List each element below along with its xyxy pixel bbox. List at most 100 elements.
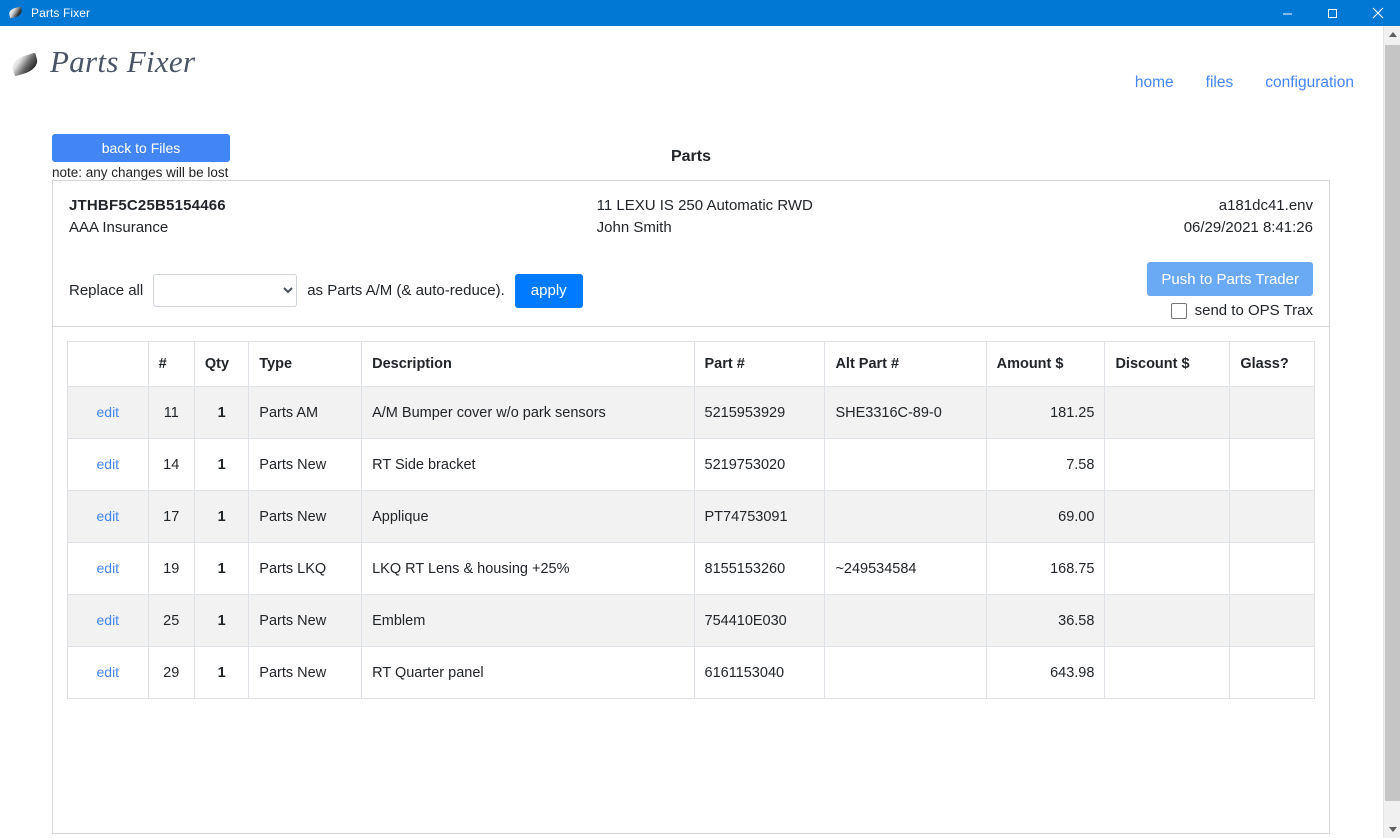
replace-all-label: Replace all — [69, 282, 144, 299]
row-type: Parts New — [248, 438, 363, 491]
row-qty: 1 — [193, 386, 250, 439]
row-number: 11 — [147, 386, 195, 439]
edit-link[interactable]: edit — [97, 664, 120, 680]
row-type: Parts New — [248, 646, 363, 699]
feather-icon — [10, 49, 40, 79]
row-alt-part-number: SHE3316C-89-0 — [824, 386, 987, 439]
apply-button[interactable]: apply — [514, 273, 583, 308]
ops-trax-checkbox[interactable] — [1170, 302, 1187, 319]
row-type: Parts New — [248, 594, 363, 647]
row-discount — [1104, 542, 1231, 595]
row-edit-cell[interactable]: edit — [67, 490, 149, 543]
row-qty: 1 — [193, 646, 250, 699]
parts-table-wrap: # Qty Type Description Part # Alt Part #… — [53, 327, 1329, 699]
ops-trax-label: send to OPS Trax — [1194, 302, 1313, 319]
app-feather-icon — [8, 5, 24, 21]
action-row: back to Files note: any changes will be … — [52, 134, 1330, 180]
col-header-glass: Glass? — [1229, 341, 1315, 387]
col-header-part-number: Part # — [693, 341, 826, 387]
row-amount: 69.00 — [985, 490, 1106, 543]
row-amount: 643.98 — [985, 646, 1106, 699]
edit-link[interactable]: edit — [97, 404, 120, 420]
table-row: edit 29 1 Parts New RT Quarter panel 616… — [67, 646, 1315, 699]
row-glass — [1229, 438, 1315, 491]
row-discount — [1104, 386, 1231, 439]
close-button[interactable] — [1355, 0, 1400, 26]
row-edit-cell[interactable]: edit — [67, 386, 149, 439]
row-description: Emblem — [361, 594, 695, 647]
claim-info-grid: JTHBF5C25B5154466 AAA Insurance 11 LEXU … — [69, 195, 1313, 239]
insurer-value: AAA Insurance — [69, 219, 169, 236]
edit-link[interactable]: edit — [97, 612, 120, 628]
replace-all-select[interactable] — [153, 274, 298, 307]
row-number: 25 — [147, 594, 195, 647]
edit-link[interactable]: edit — [97, 456, 120, 472]
col-header-qty: Qty — [193, 341, 250, 387]
table-row: edit 14 1 Parts New RT Side bracket 5219… — [67, 438, 1315, 491]
claim-info-left: JTHBF5C25B5154466 AAA Insurance — [69, 195, 226, 239]
row-glass — [1229, 594, 1315, 647]
row-alt-part-number: ~249534584 — [824, 542, 987, 595]
col-header-edit — [67, 341, 149, 387]
claim-info-center: 11 LEXU IS 250 Automatic RWD John Smith — [597, 195, 813, 239]
row-part-number: 754410E030 — [693, 594, 826, 647]
scroll-down-arrow-icon[interactable] — [1384, 821, 1400, 838]
row-number: 14 — [147, 438, 195, 491]
parts-table-body: edit 11 1 Parts AM A/M Bumper cover w/o … — [67, 386, 1315, 699]
nav-item-home[interactable]: home — [1135, 74, 1174, 92]
row-discount — [1104, 438, 1231, 491]
row-discount — [1104, 594, 1231, 647]
row-edit-cell[interactable]: edit — [67, 542, 149, 595]
push-to-parts-trader-button[interactable]: Push to Parts Trader — [1147, 262, 1313, 296]
table-row: edit 25 1 Parts New Emblem 754410E030 36… — [67, 594, 1315, 647]
file-name-value: a181dc41.env — [1218, 197, 1313, 214]
row-part-number: PT74753091 — [693, 490, 826, 543]
minimize-button[interactable] — [1265, 0, 1310, 26]
brand-name: Parts Fixer — [50, 44, 196, 79]
row-discount — [1104, 646, 1231, 699]
row-part-number: 8155153260 — [693, 542, 826, 595]
row-glass — [1229, 542, 1315, 595]
parts-table: # Qty Type Description Part # Alt Part #… — [67, 341, 1315, 699]
vertical-scrollbar[interactable] — [1383, 26, 1400, 838]
brand[interactable]: Parts Fixer — [10, 44, 195, 80]
changes-lost-note: note: any changes will be lost — [52, 165, 229, 180]
window-title: Parts Fixer — [31, 6, 91, 20]
row-glass — [1229, 386, 1315, 439]
row-qty: 1 — [193, 438, 250, 491]
table-row: edit 17 1 Parts New Applique PT74753091 … — [67, 490, 1315, 543]
ops-trax-checkbox-row[interactable]: send to OPS Trax — [1170, 302, 1313, 319]
row-edit-cell[interactable]: edit — [67, 594, 149, 647]
row-glass — [1229, 490, 1315, 543]
row-edit-cell[interactable]: edit — [67, 438, 149, 491]
row-number: 17 — [147, 490, 195, 543]
site-header: Parts Fixer home files configuration — [0, 26, 1400, 98]
edit-link[interactable]: edit — [97, 508, 120, 524]
main-nav: home files configuration — [1135, 74, 1354, 92]
maximize-button[interactable] — [1310, 0, 1355, 26]
row-amount: 181.25 — [985, 386, 1106, 439]
nav-item-configuration[interactable]: configuration — [1265, 74, 1354, 92]
col-header-type: Type — [248, 341, 363, 387]
claim-info-right: a181dc41.env 06/29/2021 8:41:26 — [1184, 195, 1313, 239]
row-number: 19 — [147, 542, 195, 595]
nav-item-files[interactable]: files — [1206, 74, 1234, 92]
col-header-description: Description — [361, 341, 695, 387]
col-header-number: # — [147, 341, 195, 387]
scrollbar-thumb[interactable] — [1385, 45, 1400, 801]
row-type: Parts AM — [248, 386, 363, 439]
row-number: 29 — [147, 646, 195, 699]
timestamp-value: 06/29/2021 8:41:26 — [1183, 219, 1313, 236]
row-description: A/M Bumper cover w/o park sensors — [361, 386, 695, 439]
page-body: Parts Fixer home files configuration bac… — [0, 26, 1400, 838]
table-header-row: # Qty Type Description Part # Alt Part #… — [67, 341, 1315, 387]
row-description: Applique — [361, 490, 695, 543]
row-alt-part-number — [824, 438, 987, 491]
col-header-discount: Discount $ — [1104, 341, 1231, 387]
row-type: Parts New — [248, 490, 363, 543]
edit-link[interactable]: edit — [97, 560, 120, 576]
row-edit-cell[interactable]: edit — [67, 646, 149, 699]
col-header-amount: Amount $ — [985, 341, 1106, 387]
row-part-number: 5219753020 — [693, 438, 826, 491]
replace-all-controls: Replace all as Parts A/M (& auto-reduce)… — [69, 273, 583, 308]
